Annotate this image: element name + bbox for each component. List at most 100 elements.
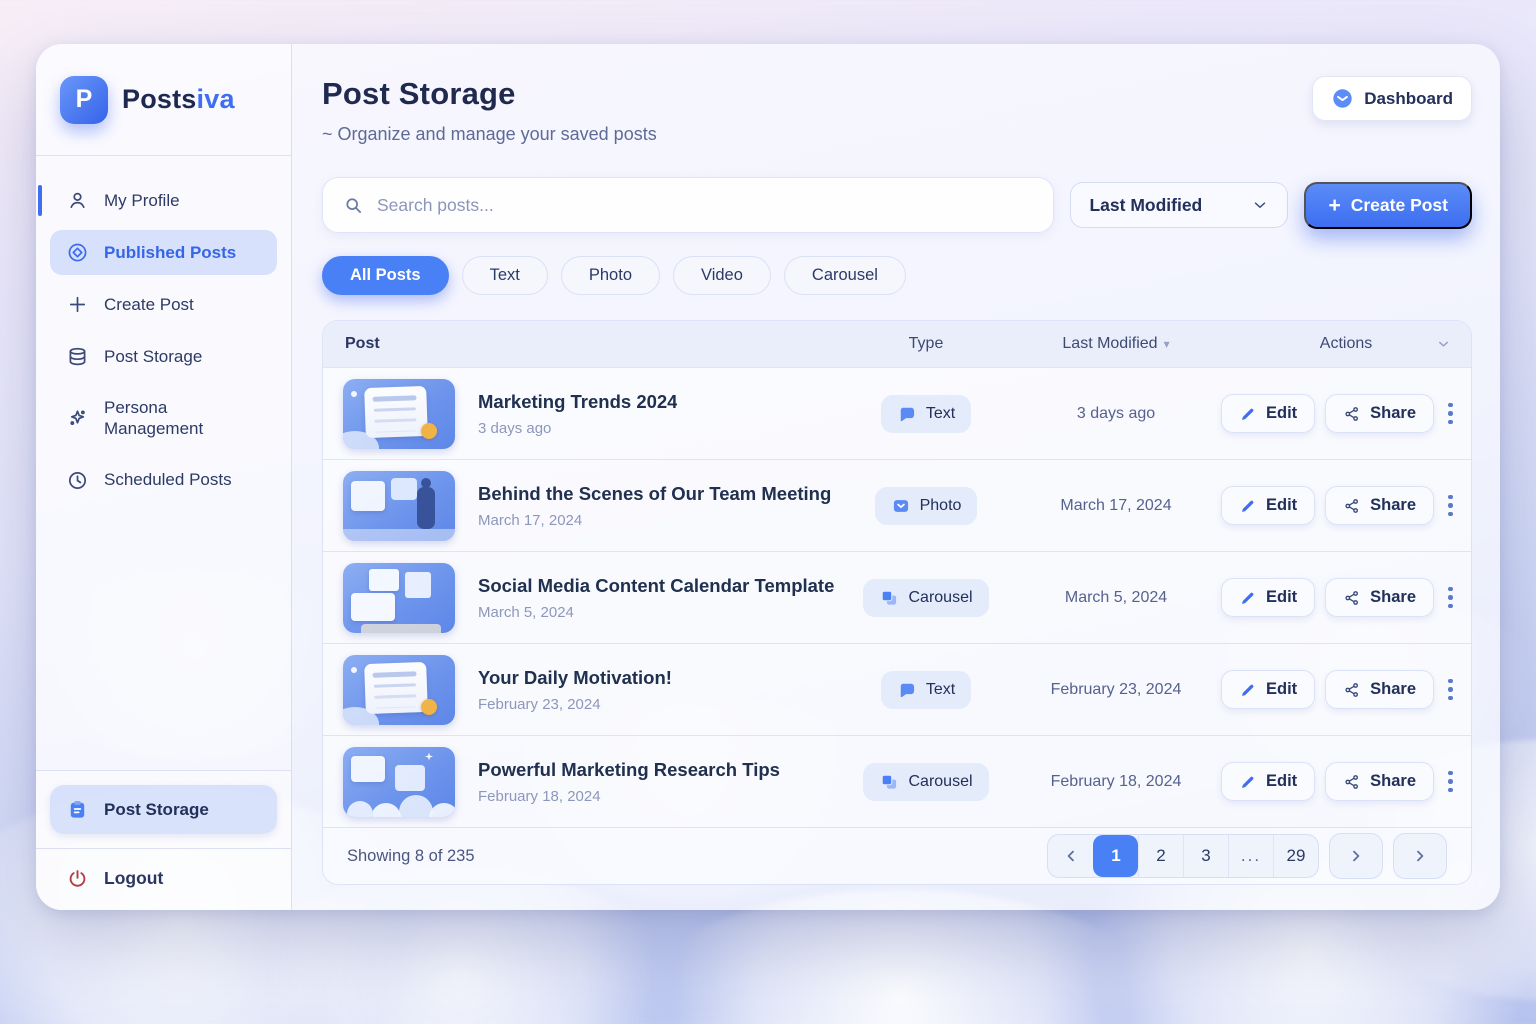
carousel-icon [879,772,899,792]
share-button[interactable]: Share [1325,670,1434,709]
power-icon [66,867,89,890]
more-options-button[interactable] [1444,671,1457,709]
edit-label: Edit [1266,404,1297,423]
text-bubble-icon [897,680,917,700]
clipboard-icon [66,798,89,821]
post-date: February 18, 2024 [478,788,780,805]
post-thumbnail [343,379,455,449]
page-number-group: 1 2 3 ... 29 [1047,834,1319,878]
page-button-29[interactable]: 29 [1273,835,1318,877]
edit-button[interactable]: Edit [1221,486,1315,525]
filter-carousel[interactable]: Carousel [784,256,906,295]
share-button[interactable]: Share [1325,762,1434,801]
edit-button[interactable]: Edit [1221,670,1315,709]
pagination-bar: Showing 8 of 235 1 2 3 ... 29 [323,827,1471,884]
logout-button[interactable]: Logout [36,848,291,910]
photo-icon [891,496,911,516]
edit-button[interactable]: Edit [1221,578,1315,617]
sidebar-item-post-storage[interactable]: Post Storage [50,334,277,379]
sidebar-item-published-posts[interactable]: Published Posts [50,230,277,275]
last-page-button[interactable] [1393,833,1447,879]
sort-arrow-icon: ▾ [1164,337,1170,351]
post-title: Behind the Scenes of Our Team Meeting [478,483,831,505]
sidebar-item-persona-management[interactable]: Persona Management [50,386,277,451]
table-row[interactable]: Your Daily Motivation! February 23, 2024… [323,643,1471,735]
share-icon [1343,589,1361,607]
more-options-button[interactable] [1444,395,1457,433]
share-label: Share [1370,588,1416,607]
sidebar-item-scheduled-posts[interactable]: Scheduled Posts [50,458,277,503]
type-badge: Text [881,395,971,433]
chevron-right-icon [1412,848,1428,864]
sidebar-nav: My Profile Published Posts Create Post P… [36,156,291,503]
share-button[interactable]: Share [1325,578,1434,617]
sidebar-post-storage-shortcut[interactable]: Post Storage [50,785,277,834]
post-thumbnail [343,471,455,541]
pencil-icon [1239,589,1257,607]
logout-label: Logout [104,868,163,889]
sidebar-item-create-post[interactable]: Create Post [50,282,277,327]
dashboard-button[interactable]: Dashboard [1312,76,1472,121]
pencil-icon [1239,681,1257,699]
share-icon [1343,405,1361,423]
posts-table: Post Type Last Modified▾ Actions Marketi… [322,320,1472,885]
chevron-down-icon [1436,337,1451,352]
sidebar-footer: Post Storage Logout [36,770,291,910]
filter-video[interactable]: Video [673,256,771,295]
table-row[interactable]: Behind the Scenes of Our Team Meeting Ma… [323,459,1471,551]
page-button-3[interactable]: 3 [1183,835,1228,877]
more-options-button[interactable] [1444,763,1457,801]
last-modified-value: March 5, 2024 [1011,589,1221,607]
pencil-icon [1239,497,1257,515]
more-options-button[interactable] [1444,579,1457,617]
filter-all-posts[interactable]: All Posts [322,256,449,295]
sort-dropdown[interactable]: Last Modified [1070,182,1288,228]
search-icon [343,195,364,216]
page-title: Post Storage [322,76,657,112]
sidebar-item-label: Published Posts [104,242,236,263]
post-thumbnail [343,655,455,725]
share-button[interactable]: Share [1325,394,1434,433]
edit-button[interactable]: Edit [1221,394,1315,433]
prev-page-button[interactable] [1048,835,1093,877]
sidebar-item-my-profile[interactable]: My Profile [50,178,277,223]
post-date: February 23, 2024 [478,696,672,713]
pencil-icon [1239,773,1257,791]
active-indicator [38,185,42,216]
post-thumbnail [343,563,455,633]
column-header-last-modified[interactable]: Last Modified▾ [1011,335,1221,353]
search-input[interactable] [377,195,1033,216]
filter-photo[interactable]: Photo [561,256,660,295]
next-page-button[interactable] [1329,833,1383,879]
user-icon [66,189,89,212]
more-options-button[interactable] [1444,487,1457,525]
type-label: Photo [920,497,962,515]
page-ellipsis: ... [1228,835,1273,877]
share-label: Share [1370,496,1416,515]
share-button[interactable]: Share [1325,486,1434,525]
sidebar-item-label: Scheduled Posts [104,469,232,490]
plus-icon [66,293,89,316]
column-header-actions[interactable]: Actions [1221,335,1471,353]
page-button-2[interactable]: 2 [1138,835,1183,877]
post-date: March 5, 2024 [478,604,834,621]
filter-chips: All Posts Text Photo Video Carousel [322,256,1472,295]
post-date: March 17, 2024 [478,512,831,529]
chevron-right-icon [1348,848,1364,864]
search-box [322,177,1054,233]
chevron-left-icon [1063,848,1079,864]
table-row[interactable]: Social Media Content Calendar Template M… [323,551,1471,643]
main-content: Post Storage ~ Organize and manage your … [292,44,1500,910]
create-post-button[interactable]: + Create Post [1304,182,1472,229]
type-badge: Carousel [863,763,988,801]
chevron-down-icon [1251,196,1269,214]
sidebar: P Postsiva My Profile Published Posts Cr… [36,44,292,910]
filter-text[interactable]: Text [462,256,548,295]
sidebar-item-label: My Profile [104,190,180,211]
table-row[interactable]: Marketing Trends 2024 3 days ago Text 3 … [323,367,1471,459]
table-row[interactable]: Powerful Marketing Research Tips Februar… [323,735,1471,827]
post-title: Your Daily Motivation! [478,667,672,689]
page-button-1[interactable]: 1 [1093,835,1138,877]
edit-button[interactable]: Edit [1221,762,1315,801]
text-bubble-icon [897,404,917,424]
